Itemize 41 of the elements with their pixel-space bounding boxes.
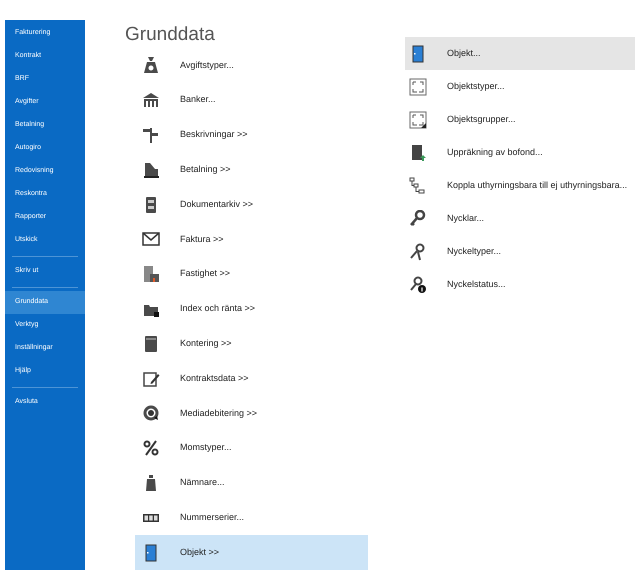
floor-plan-icon <box>409 110 427 128</box>
money-bag-icon <box>142 56 160 74</box>
disc-icon <box>142 404 160 422</box>
category-item[interactable]: Kontering >> <box>135 326 368 362</box>
key-info-icon <box>409 276 427 294</box>
hierarchy-icon <box>409 176 427 194</box>
category-item[interactable]: Dokumentarkiv >> <box>135 187 368 222</box>
category-item[interactable]: Index och ränta >> <box>135 292 368 326</box>
submenu-item[interactable]: Nyckeltyper... <box>405 235 635 268</box>
category-item[interactable]: Betalning >> <box>135 152 368 188</box>
category-item[interactable]: Mediadebitering >> <box>135 396 368 431</box>
category-item[interactable]: Momstyper... <box>135 430 368 466</box>
category-item[interactable]: Objekt >> <box>135 535 368 570</box>
book-icon <box>142 334 160 353</box>
submenu-item[interactable]: Objektsgrupper... <box>405 103 635 136</box>
category-item[interactable]: Beskrivningar >> <box>135 118 368 152</box>
keys-icon <box>409 242 427 260</box>
cash-register-icon <box>142 160 160 179</box>
page-title: Grunddata <box>125 24 216 46</box>
category-item[interactable]: Nummerserier... <box>135 500 368 536</box>
submenu-item[interactable]: Nyckelstatus... <box>405 268 635 301</box>
submenu-item[interactable]: Objektstyper... <box>405 70 635 103</box>
door-arrow-icon <box>409 144 427 162</box>
category-item[interactable]: Kontraktsdata >> <box>135 361 368 396</box>
submenu-item[interactable]: Objekt... <box>405 37 635 70</box>
percent-icon <box>142 439 160 458</box>
building-icon <box>142 265 160 284</box>
bank-icon <box>142 91 160 110</box>
submenu-item[interactable]: Koppla uthyrningsbara till ej uthyrningsbara... <box>405 169 635 202</box>
category-item[interactable]: Avgiftstyper... <box>135 48 368 83</box>
edit-icon <box>142 370 160 388</box>
envelope-icon <box>142 230 160 248</box>
category-item[interactable]: Banker... <box>135 82 368 118</box>
category-item[interactable]: Faktura >> <box>135 222 368 257</box>
submenu-item[interactable]: Uppräkning av bofond... <box>405 136 635 169</box>
category-item[interactable]: Nämnare... <box>135 466 368 500</box>
category-item[interactable]: Fastighet >> <box>135 256 368 292</box>
floor-plan-icon <box>409 78 427 96</box>
key-icon <box>409 210 427 228</box>
submenu-item[interactable]: Nycklar... <box>405 202 635 235</box>
signpost-icon <box>142 126 160 144</box>
